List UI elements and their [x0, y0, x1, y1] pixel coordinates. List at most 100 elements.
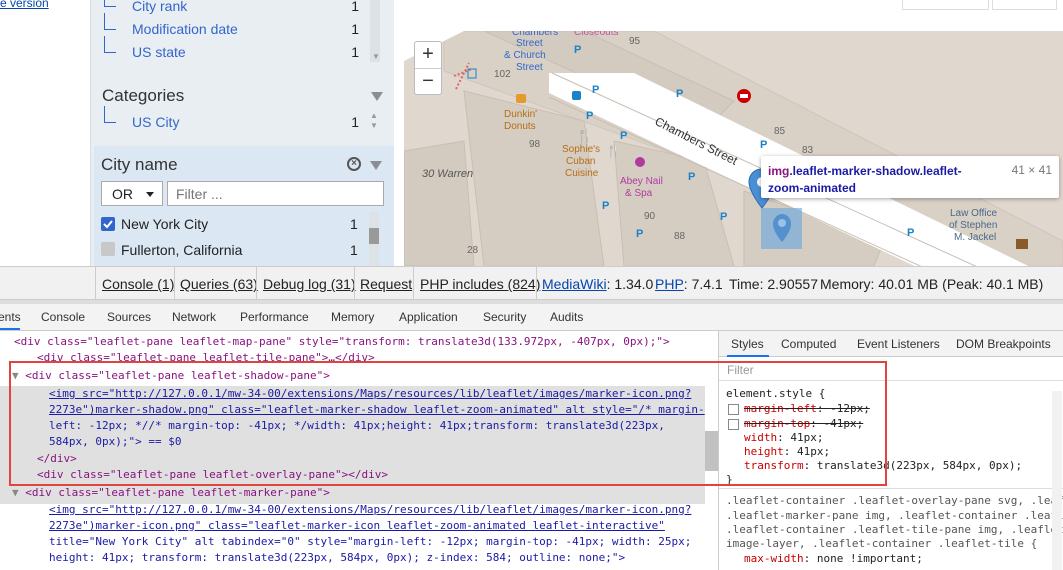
dom-line[interactable]: 2273e")marker-icon.png" class="leaflet-m…	[49, 519, 665, 536]
facet-count: 1	[351, 21, 359, 37]
svg-text:P: P	[592, 84, 599, 96]
facet-label[interactable]: City rank	[132, 0, 187, 14]
svg-text:Dunkin': Dunkin'	[504, 109, 537, 120]
marker-shadow-icon	[773, 214, 791, 242]
facet-label[interactable]: US state	[132, 44, 186, 60]
debug-php-includes-link[interactable]: PHP includes (824)	[420, 276, 540, 292]
categories-title: Categories	[102, 86, 185, 105]
mediawiki-link[interactable]: MediaWiki	[542, 276, 607, 292]
scroll-down-icon[interactable]: ▼	[372, 52, 380, 61]
tab-performance[interactable]: Performance	[240, 310, 309, 324]
svg-text:98: 98	[529, 139, 541, 150]
tab-security[interactable]: Security	[483, 310, 526, 324]
debug-request-link[interactable]: Request	[360, 276, 412, 292]
facet-label[interactable]: US City	[132, 114, 179, 130]
styles-tabbar: Styles Computed Event Listeners DOM Brea…	[719, 331, 1063, 357]
dom-line[interactable]: height: 41px; transform: translate3d(223…	[49, 551, 625, 568]
svg-text:P: P	[636, 228, 643, 240]
scroll-arrows-icon[interactable]: ▲ ▼	[370, 111, 378, 131]
scrollbar-thumb[interactable]	[369, 228, 379, 244]
map-toolbar-button[interactable]	[992, 0, 1057, 10]
zoom-out-button[interactable]: −	[415, 68, 441, 94]
svg-text:P: P	[620, 130, 627, 142]
dom-line[interactable]: title="New York City" alt tabindex="0" s…	[49, 535, 691, 552]
request-time: Time: 2.90557	[729, 276, 818, 292]
collapse-categories-icon[interactable]	[371, 92, 383, 101]
facet-count: 1	[351, 44, 359, 60]
debug-log-link[interactable]: Debug log (31)	[263, 276, 356, 292]
left-strip: e version	[0, 0, 90, 266]
zoom-in-button[interactable]: +	[415, 42, 441, 68]
tab-elements[interactable]: ents	[0, 310, 21, 324]
dom-line[interactable]: ▼ <div class="leaflet-pane leaflet-marke…	[12, 486, 330, 503]
tooltip-dimensions: 41 × 41	[1011, 163, 1052, 177]
tab-memory[interactable]: Memory	[331, 310, 374, 324]
checkbox-checked-icon[interactable]	[101, 217, 115, 231]
facet-row-us-city[interactable]: US City 1	[104, 106, 374, 134]
php-link[interactable]: PHP	[655, 276, 684, 292]
city-option-count: 1	[350, 242, 358, 258]
facet-row-us-state[interactable]: US state 1	[104, 36, 374, 64]
svg-text:83: 83	[802, 145, 814, 156]
city-option-label[interactable]: Fullerton, California	[121, 242, 242, 258]
svg-text:28: 28	[467, 245, 479, 256]
tab-console[interactable]: Console	[41, 310, 85, 324]
tab-application[interactable]: Application	[399, 310, 458, 324]
city-option-label[interactable]: New York City	[121, 216, 208, 232]
map-toolbar-button[interactable]	[902, 0, 989, 10]
city-filter-input[interactable]	[167, 181, 384, 206]
map-svg: Chambers Street & Church Street Closeout…	[404, 31, 1063, 266]
svg-text:90: 90	[644, 211, 656, 222]
facet-label[interactable]: Modification date	[132, 21, 238, 37]
checkbox-unchecked-icon[interactable]	[101, 242, 115, 256]
debug-queries-link[interactable]: Queries (63)	[180, 276, 258, 292]
map-label: Chambers	[512, 31, 558, 38]
svg-text:P: P	[586, 110, 593, 122]
svg-text:P: P	[602, 200, 609, 212]
svg-text:95: 95	[629, 36, 641, 47]
clear-filter-icon[interactable]: ×	[347, 157, 361, 171]
rule-selector: .leaflet-marker-pane img, .leaflet-conta…	[726, 509, 1063, 522]
svg-text:P: P	[676, 88, 683, 100]
tooltip-selector: img.leaflet-marker-shadow.leaflet-zoom-a…	[768, 164, 962, 195]
collapse-city-name-icon[interactable]	[370, 161, 382, 170]
zoom-control: + −	[414, 41, 442, 95]
facet-row-modification-date[interactable]: Modification date 1	[104, 13, 374, 41]
city-name-facet: City name × OR New York City 1 Fullerton…	[94, 146, 394, 266]
tab-network[interactable]: Network	[172, 310, 216, 324]
facet-count: 1	[351, 0, 359, 14]
separator	[536, 267, 537, 300]
tree-connector	[104, 106, 116, 123]
svg-text:30 Warren: 30 Warren	[422, 168, 473, 180]
style-property[interactable]: max-width: none !important;	[744, 552, 923, 565]
svg-text:85: 85	[774, 126, 786, 137]
tab-computed[interactable]: Computed	[781, 337, 836, 351]
tab-sources[interactable]: Sources	[107, 310, 151, 324]
svg-text:Law Office: Law Office	[950, 208, 997, 219]
svg-text:88: 88	[674, 231, 686, 242]
tab-audits[interactable]: Audits	[550, 310, 583, 324]
devtools-tabbar: ents Console Sources Network Performance…	[0, 304, 1063, 331]
debug-console-link[interactable]: Console (1)	[102, 276, 174, 292]
version-link[interactable]: e version	[0, 0, 49, 10]
separator	[256, 267, 257, 300]
operator-select[interactable]: OR	[101, 181, 163, 206]
expand-arrow-icon[interactable]: ▼	[12, 486, 19, 499]
annotation-box	[9, 361, 887, 486]
rule-selector: .leaflet-container .leaflet-tile-pane im…	[726, 523, 1063, 536]
facet-row-city-rank[interactable]: City rank 1	[104, 0, 374, 18]
tab-event-listeners[interactable]: Event Listeners	[857, 337, 940, 351]
active-tab-indicator	[0, 328, 20, 330]
rule-selector: image-layer, .leaflet-container .leaflet…	[726, 537, 1038, 550]
tab-styles[interactable]: Styles	[731, 337, 764, 351]
styles-scrollbar[interactable]	[1052, 391, 1062, 570]
dom-line[interactable]: <div class="leaflet-pane leaflet-map-pan…	[14, 335, 670, 352]
map-tiles[interactable]: Chambers Street & Church Street Closeout…	[404, 31, 1063, 266]
rule-selector: .leaflet-container .leaflet-overlay-pane…	[726, 494, 1063, 507]
dom-line[interactable]: <img src="http://127.0.0.1/mw-34-00/exte…	[49, 503, 691, 520]
svg-text:& Spa: & Spa	[625, 188, 653, 199]
tab-dom-breakpoints[interactable]: DOM Breakpoints	[956, 337, 1051, 351]
memory-usage: Memory: 40.01 MB (Peak: 40.1 MB)	[820, 276, 1044, 292]
tree-connector	[104, 13, 116, 30]
svg-text:Cuisine: Cuisine	[565, 168, 599, 179]
